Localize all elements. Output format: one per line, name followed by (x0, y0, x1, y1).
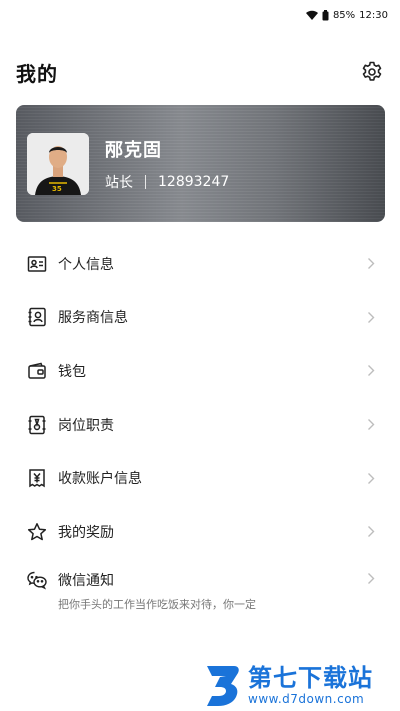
menu-item-job-duties[interactable]: 岗位职责 (0, 398, 400, 452)
chevron-right-icon (366, 572, 376, 586)
menu-item-payment-account[interactable]: 收款账户信息 (0, 451, 400, 505)
profile-name: 邴克固 (105, 139, 162, 161)
chevron-right-icon (366, 525, 376, 539)
menu-item-wechat-notify[interactable]: 微信通知 把你手头的工作当作吃饭来对待，你一定 (0, 559, 400, 629)
watermark-text: 第七下载站 www.d7down.com (248, 664, 373, 706)
id-card-icon (27, 254, 47, 274)
battery-percent: 85% (332, 9, 356, 21)
profile-info: 邴克固 站长 12893247 (105, 136, 229, 192)
profile-id: 12893247 (158, 173, 230, 190)
watermark-url: www.d7down.com (248, 692, 365, 706)
watermark-title: 第七下载站 (248, 664, 373, 692)
watermark-logo-icon (207, 666, 239, 706)
star-icon (27, 522, 47, 542)
gear-icon (362, 61, 382, 81)
menu-item-label: 微信通知 (58, 572, 114, 589)
duty-icon (27, 415, 47, 435)
provider-icon (27, 307, 47, 327)
menu-item-my-rewards[interactable]: 我的奖励 (0, 505, 400, 559)
chevron-right-icon (366, 418, 376, 432)
wallet-icon (27, 361, 47, 381)
menu-item-wallet[interactable]: 钱包 (0, 344, 400, 398)
avatar[interactable]: 35 (27, 132, 89, 195)
profile-meta: 站长 12893247 (105, 172, 229, 192)
chevron-right-icon (366, 471, 376, 485)
header: 我的 (16, 56, 386, 88)
menu-list: 个人信息 服务商信息 钱包 岗位职责 收款账户信息 我的奖励 微信通知 把你手头… (0, 237, 400, 629)
page-title: 我的 (16, 61, 58, 86)
watermark: 第七下载站 www.d7down.com (204, 660, 394, 710)
menu-item-label: 我的奖励 (58, 524, 114, 541)
menu-item-label: 收款账户信息 (58, 471, 142, 488)
menu-item-label: 个人信息 (58, 256, 114, 273)
battery-icon (322, 9, 329, 20)
yen-receipt-icon (27, 468, 47, 488)
chevron-right-icon (366, 257, 376, 271)
status-bar: 85% 12:30 (0, 0, 400, 30)
menu-item-label: 岗位职责 (58, 417, 114, 434)
svg-text:35: 35 (52, 185, 62, 193)
profile-role: 站长 (105, 174, 133, 191)
menu-item-label: 服务商信息 (58, 310, 128, 327)
meta-divider (145, 174, 146, 189)
wifi-icon (305, 10, 318, 20)
chevron-right-icon (366, 364, 376, 378)
chevron-right-icon (366, 310, 376, 324)
wechat-icon (27, 570, 47, 590)
menu-item-label: 钱包 (58, 363, 86, 380)
menu-item-subtitle: 把你手头的工作当作吃饭来对待，你一定 (58, 597, 256, 611)
profile-card[interactable]: 35 邴克固 站长 12893247 (16, 105, 385, 222)
status-time: 12:30 (359, 9, 388, 21)
menu-item-personal-info[interactable]: 个人信息 (0, 237, 400, 291)
menu-item-provider-info[interactable]: 服务商信息 (0, 291, 400, 345)
settings-button[interactable] (358, 58, 386, 86)
